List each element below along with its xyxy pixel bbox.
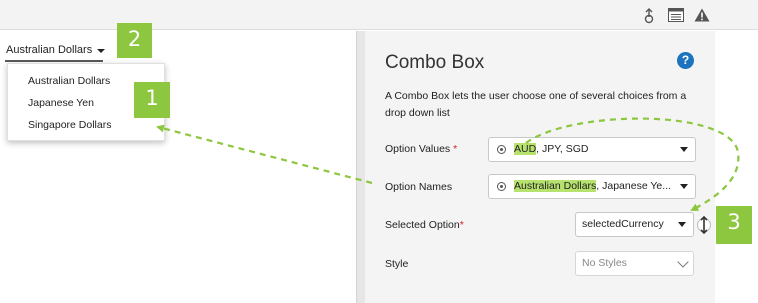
caret-down-icon — [97, 49, 106, 53]
option-names-value: Australian Dollars, Japanese Ye... — [514, 180, 672, 192]
panel-title: Combo Box — [385, 52, 485, 73]
combo-box-preview[interactable]: Australian Dollars — [6, 41, 106, 59]
upload-icon[interactable] — [641, 8, 657, 24]
panel-description: A Combo Box lets the user choose one of … — [385, 90, 687, 119]
warning-icon[interactable] — [694, 8, 710, 22]
dropdown-arrow-icon[interactable] — [680, 184, 688, 189]
selected-option-value: selectedCurrency — [582, 218, 664, 230]
style-label: Style — [385, 258, 409, 270]
selected-option-label: Selected Option* — [385, 219, 464, 231]
dropdown-option[interactable]: Australian Dollars — [28, 75, 110, 87]
dropdown-arrow-icon[interactable] — [680, 147, 688, 152]
annotation-badge-3: 3 — [716, 206, 752, 244]
radio-icon[interactable] — [497, 145, 506, 154]
required-marker: * — [459, 219, 464, 231]
combo-underline — [5, 60, 103, 62]
radio-icon[interactable] — [497, 182, 506, 191]
dropdown-option[interactable]: Japanese Yen — [28, 97, 94, 109]
help-icon[interactable]: ? — [677, 52, 694, 69]
annotation-badge-2: 2 — [117, 23, 152, 58]
top-toolbar — [0, 0, 758, 30]
sort-toggle-icon[interactable] — [697, 214, 711, 236]
dropdown-option[interactable]: Singapore Dollars — [28, 119, 111, 131]
selected-option-field[interactable]: selectedCurrency — [575, 212, 694, 237]
option-values-label: Option Values * — [385, 143, 458, 155]
option-values-value: AUD, JPY, SGD — [514, 143, 589, 155]
annotation-badge-1: 1 — [134, 82, 170, 118]
required-marker: * — [453, 143, 458, 155]
panel-splitter[interactable] — [356, 31, 365, 303]
option-names-label: Option Names — [385, 181, 453, 193]
dropdown-arrow-icon[interactable] — [678, 222, 686, 227]
combo-selected-label: Australian Dollars — [6, 44, 93, 56]
style-value: No Styles — [582, 257, 627, 269]
style-select[interactable]: No Styles — [575, 251, 694, 276]
option-names-field[interactable]: Australian Dollars, Japanese Ye... — [488, 174, 696, 199]
option-values-field[interactable]: AUD, JPY, SGD — [488, 137, 696, 162]
chevron-down-icon[interactable] — [677, 256, 689, 268]
list-icon[interactable] — [668, 8, 684, 22]
